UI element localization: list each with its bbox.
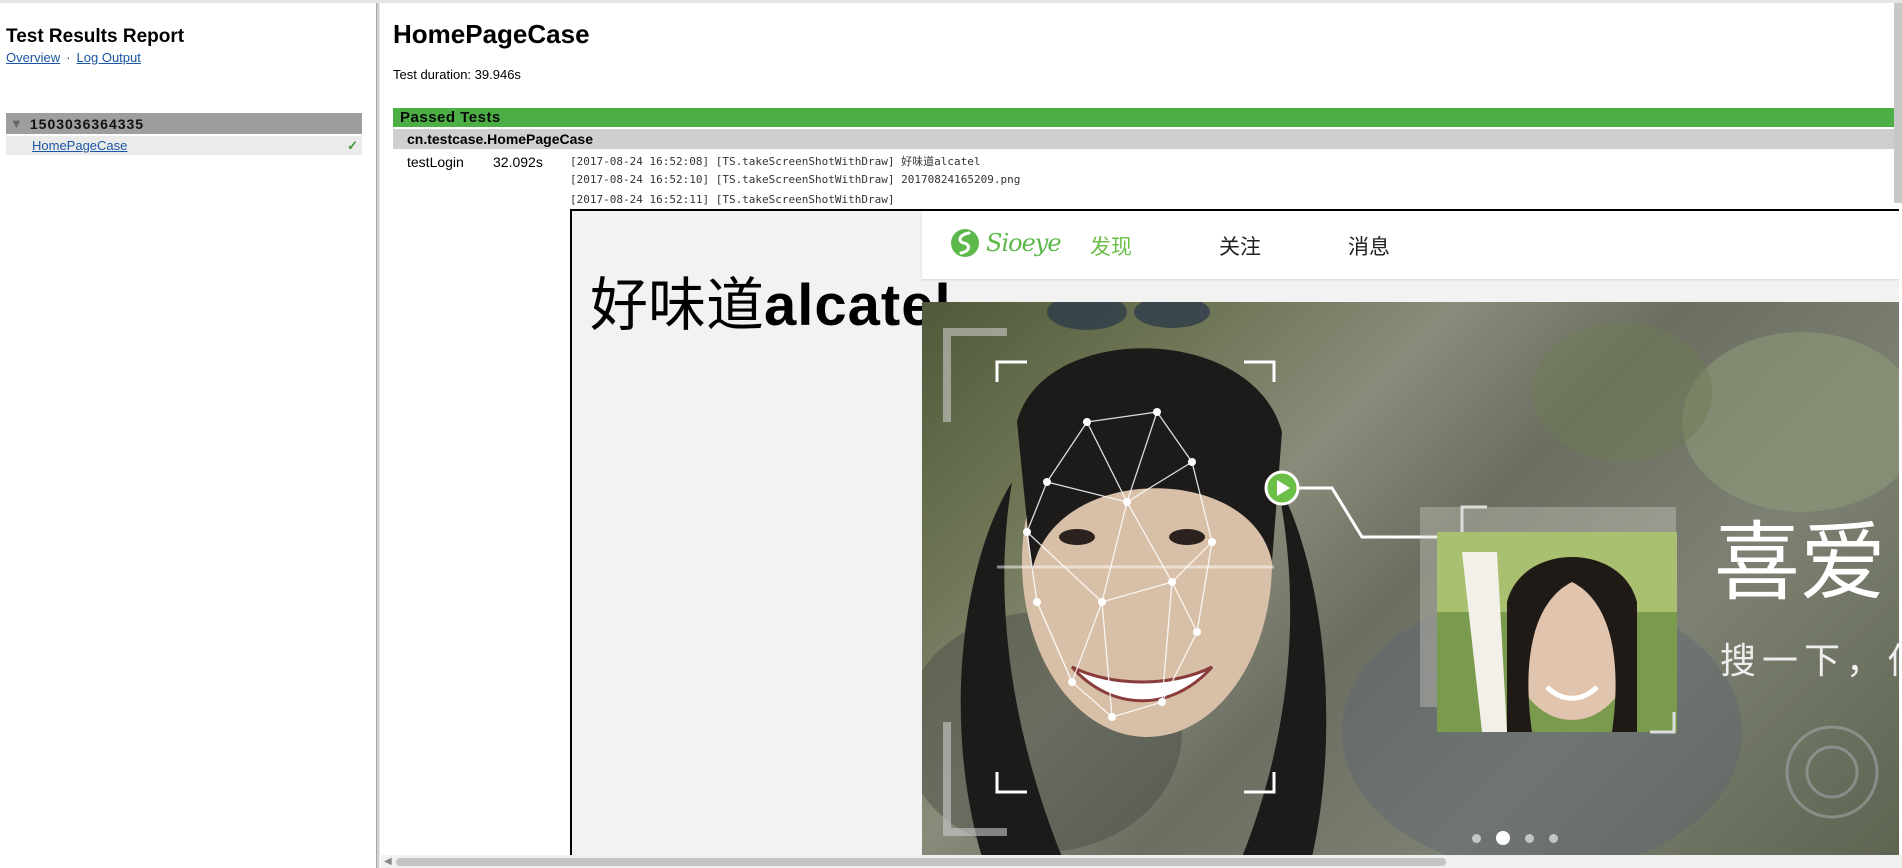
vertical-scrollbar[interactable] — [1894, 3, 1902, 203]
carousel-dots — [1472, 831, 1558, 845]
triangle-down-icon[interactable]: ▼ — [10, 116, 24, 131]
hero-banner[interactable]: 喜爱 搜一下，你 — [922, 302, 1899, 855]
banner-subtitle: 搜一下，你 — [1720, 641, 1899, 682]
report-title: Test Results Report — [6, 26, 185, 47]
carousel-dot[interactable] — [1549, 833, 1558, 843]
suite-name: 1503036364335 — [29, 115, 145, 132]
drawn-annotation-text: 好味道alcatel — [590, 276, 952, 335]
log-line: [2017-08-24 16:52:08] [TS.takeScreenShot… — [570, 155, 981, 168]
test-case-link[interactable]: HomePageCase — [32, 138, 127, 153]
tab-messages[interactable]: 消息 — [1348, 231, 1390, 261]
page-title: HomePageCase — [393, 19, 590, 49]
carousel-dot[interactable] — [1525, 833, 1534, 843]
test-method-time: 32.092s — [493, 154, 543, 170]
banner-title: 喜爱 — [1714, 513, 1886, 613]
app-logo: Sioeye — [950, 227, 1062, 259]
nav-links: Overview · Log Output — [6, 50, 141, 65]
log-output-link[interactable]: Log Output — [77, 50, 141, 65]
scroll-left-arrow-icon[interactable]: ◀ — [384, 856, 392, 867]
embedded-screenshot: 好味道alcatel Sioeye 发现 关注 消息 喜爱 搜一下， — [570, 209, 1899, 855]
app-navbar: Sioeye 发现 关注 消息 — [922, 211, 1899, 279]
sioeye-logo-icon — [951, 229, 979, 257]
pane-splitter[interactable] — [376, 3, 380, 868]
carousel-dot[interactable] — [1472, 833, 1481, 843]
log-line: [2017-08-24 16:52:11] [TS.takeScreenShot… — [570, 193, 895, 206]
checkmark-icon: ✓ — [347, 137, 358, 153]
overview-link[interactable]: Overview — [6, 50, 60, 65]
logo-text: Sioeye — [986, 229, 1062, 257]
suite-row[interactable]: ▼ 1503036364335 — [6, 113, 362, 134]
navigation-pane: Test Results Report Overview · Log Output … — [0, 3, 376, 868]
main-content: HomePageCase Test duration: 39.946s Pass… — [381, 3, 1902, 868]
test-duration: Test duration: 39.946s — [393, 67, 521, 82]
test-case-row[interactable]: HomePageCase ✓ — [6, 136, 362, 155]
test-method-name: testLogin — [407, 154, 464, 170]
drawn-text-chinese: 好味道 — [590, 271, 765, 339]
horizontal-scrollbar-thumb[interactable] — [396, 858, 1446, 866]
tab-discover[interactable]: 发现 — [1090, 231, 1132, 261]
carousel-dot-active[interactable] — [1496, 831, 1510, 845]
tab-follow[interactable]: 关注 — [1219, 231, 1261, 261]
log-line: [2017-08-24 16:52:10] [TS.takeScreenShot… — [570, 173, 1021, 186]
passed-tests-header: Passed Tests — [393, 108, 1895, 127]
test-class-header: cn.testcase.HomePageCase — [393, 129, 1895, 149]
link-separator: · — [66, 50, 71, 65]
